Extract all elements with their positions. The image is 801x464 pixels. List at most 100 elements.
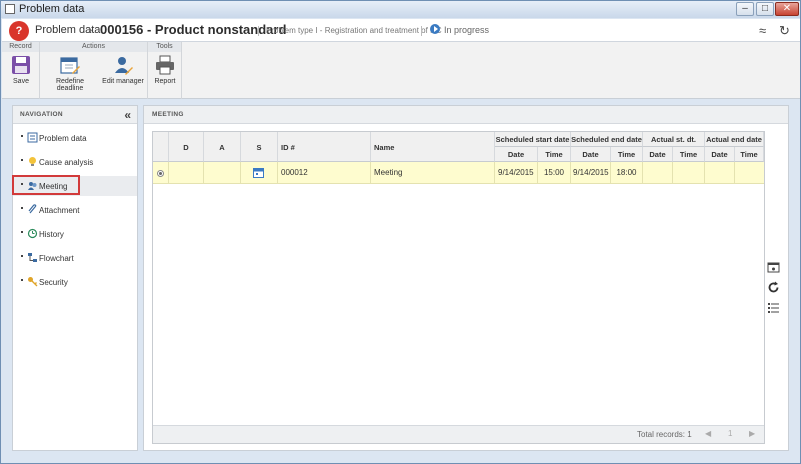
col-header-actual-start-time[interactable]: Time: [673, 147, 705, 162]
report-button[interactable]: Report: [150, 54, 180, 85]
edit-manager-label: Edit manager: [102, 78, 144, 85]
bullet: [21, 207, 23, 209]
list-options-icon[interactable]: [766, 301, 780, 315]
divider: [258, 26, 259, 36]
redefine-deadline-button[interactable]: Redefine deadline: [42, 54, 98, 92]
divider: [421, 26, 422, 36]
col-header-a[interactable]: A: [204, 132, 241, 162]
nav-label: Flowchart: [39, 254, 74, 263]
col-header-sched-end-time[interactable]: Time: [611, 147, 643, 162]
collapse-header-icon[interactable]: ≈: [759, 23, 766, 38]
app-icon: [5, 4, 15, 14]
title-bar: Problem data – □ ✕: [1, 1, 800, 18]
save-label: Save: [13, 78, 29, 85]
active-item-highlight: [12, 175, 80, 195]
lightbulb-icon: [29, 157, 36, 166]
maximize-button[interactable]: □: [756, 2, 774, 16]
nav-label: Attachment: [39, 206, 80, 215]
close-button[interactable]: ✕: [775, 2, 799, 16]
bullet: [21, 159, 23, 161]
cell-actual-start-date: [643, 162, 673, 184]
problem-type: Problem type I - Registration and treatm…: [266, 26, 442, 35]
table-row[interactable]: 000012 Meeting 9/14/2015 15:00 9/14/2015…: [153, 162, 764, 184]
group-label-tools: Tools: [148, 42, 181, 52]
minimize-button[interactable]: –: [736, 2, 754, 16]
cell-sched-start-time: 15:00: [538, 162, 571, 184]
grid-footer: Total records: 1 ◀ 1 ▶: [153, 425, 764, 443]
ribbon-toolbar: Record Save Actions Redefine deadline Ed…: [2, 42, 800, 99]
meeting-header: MEETING: [144, 106, 788, 124]
calendar-icon: [253, 168, 264, 178]
prev-page-button[interactable]: ◀: [705, 429, 711, 438]
col-header-actual-start-date[interactable]: Date: [643, 147, 673, 162]
nav-item-security[interactable]: Security: [13, 272, 137, 292]
save-button[interactable]: Save: [4, 54, 38, 85]
user-edit-icon: [115, 57, 133, 75]
col-header-sched-end-date[interactable]: Date: [571, 147, 611, 162]
window-title: Problem data: [19, 3, 85, 15]
col-header-s[interactable]: S: [241, 132, 278, 162]
meeting-panel: MEETING D A S ID # Name Scheduled start …: [143, 105, 789, 451]
nav-label: Cause analysis: [39, 158, 94, 167]
paperclip-icon: [28, 204, 37, 214]
col-header-sched-start-date[interactable]: Date: [495, 147, 538, 162]
col-group-sched-end: Scheduled end date: [571, 132, 643, 147]
status-play-icon: [430, 24, 440, 34]
view-record-icon[interactable]: [766, 261, 780, 275]
row-select-cell[interactable]: [153, 162, 169, 184]
meeting-title: MEETING: [152, 111, 184, 118]
navigation-title: NAVIGATION: [20, 111, 63, 118]
cell-sched-start-date: 9/14/2015: [495, 162, 538, 184]
navigation-header: NAVIGATION «: [13, 106, 137, 124]
row-radio[interactable]: [157, 170, 164, 177]
bullet: [21, 135, 23, 137]
col-header-d[interactable]: D: [169, 132, 204, 162]
edit-manager-button[interactable]: Edit manager: [100, 54, 146, 85]
nav-label: Security: [39, 278, 68, 287]
key-icon: [28, 277, 38, 287]
cell-id: 000012: [278, 162, 371, 184]
document-icon: [27, 132, 38, 143]
cell-sched-end-date: 9/14/2015: [571, 162, 611, 184]
record-header: ? Problem data › 000156 - Product nonsta…: [2, 19, 800, 42]
cell-actual-end-time: [735, 162, 764, 184]
refresh-grid-icon[interactable]: [766, 281, 780, 295]
problem-logo-icon: ?: [9, 21, 29, 41]
col-group-sched-start: Scheduled start date: [495, 132, 571, 147]
collapse-navigation-icon[interactable]: «: [124, 108, 131, 122]
col-header-actual-end-date[interactable]: Date: [705, 147, 735, 162]
group-label-record: Record: [2, 42, 39, 52]
nav-item-cause-analysis[interactable]: Cause analysis: [13, 152, 137, 172]
bullet: [21, 231, 23, 233]
ribbon-group-actions: Actions Redefine deadline Edit manager: [40, 42, 148, 99]
nav-item-problem-data[interactable]: Problem data: [13, 128, 137, 148]
col-group-actual-end: Actual end date: [705, 132, 764, 147]
bullet: [21, 279, 23, 281]
cell-s: [241, 162, 278, 184]
flowchart-icon: [28, 253, 37, 262]
cell-a: [204, 162, 241, 184]
nav-label: History: [39, 230, 64, 239]
floppy-disk-icon: [12, 56, 30, 74]
col-header-id[interactable]: ID #: [278, 132, 371, 162]
ribbon-group-record: Record Save: [2, 42, 40, 99]
col-group-actual-start: Actual st. dt.: [643, 132, 705, 147]
navigation-panel: NAVIGATION « Problem data Cause analysis…: [12, 105, 138, 451]
next-page-button[interactable]: ▶: [749, 429, 755, 438]
history-icon: [27, 228, 38, 239]
cell-sched-end-time: 18:00: [611, 162, 643, 184]
nav-item-history[interactable]: History: [13, 224, 137, 244]
col-header-actual-end-time[interactable]: Time: [735, 147, 764, 162]
nav-item-flowchart[interactable]: Flowchart: [13, 248, 137, 268]
cell-actual-start-time: [673, 162, 705, 184]
cell-actual-end-date: [705, 162, 735, 184]
col-header-sched-start-time[interactable]: Time: [538, 147, 571, 162]
printer-icon: [156, 55, 174, 75]
nav-item-attachment[interactable]: Attachment: [13, 200, 137, 220]
refresh-icon[interactable]: ↻: [779, 23, 790, 39]
cell-name: Meeting: [371, 162, 495, 184]
nav-label: Problem data: [39, 134, 87, 143]
problem-data-window: Problem data – □ ✕ ? Problem data › 0001…: [0, 0, 801, 464]
col-header-name[interactable]: Name: [371, 132, 495, 162]
cell-d: [169, 162, 204, 184]
